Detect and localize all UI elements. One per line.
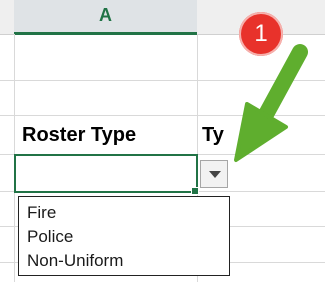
chevron-down-icon (209, 171, 221, 178)
dropdown-toggle-button[interactable] (200, 160, 228, 188)
step-number-badge: 1 (239, 12, 283, 56)
dropdown-option-police[interactable]: Police (27, 225, 221, 249)
grid-line (0, 115, 325, 116)
dropdown-list[interactable]: Fire Police Non-Uniform (18, 196, 230, 276)
grid-line (0, 80, 325, 81)
arrow-shape (234, 44, 308, 162)
type-header-cell[interactable]: Ty (202, 124, 232, 147)
roster-type-header-cell[interactable]: Roster Type (22, 124, 136, 147)
dropdown-option-fire[interactable]: Fire (27, 201, 221, 225)
spreadsheet-grid: A Roster Type Ty Fire Police Non-Uniform… (0, 0, 325, 282)
dropdown-option-non-uniform[interactable]: Non-Uniform (27, 249, 221, 273)
selected-cell[interactable] (14, 154, 198, 193)
fill-handle[interactable] (191, 187, 199, 195)
column-header-a[interactable]: A (14, 0, 197, 35)
